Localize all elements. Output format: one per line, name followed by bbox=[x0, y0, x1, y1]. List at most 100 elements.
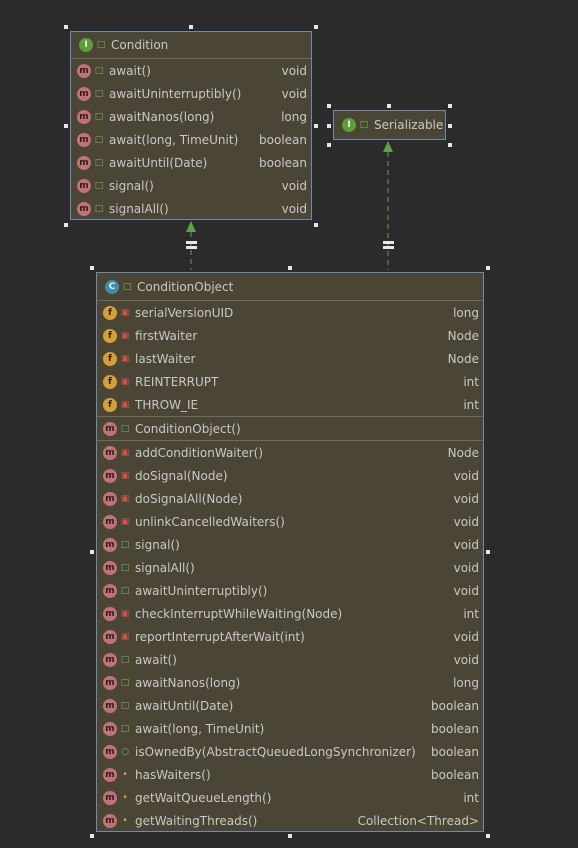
member-type: void bbox=[453, 629, 479, 644]
method-icon: m bbox=[103, 468, 117, 483]
method-row[interactable]: m • hasWaiters() boolean bbox=[97, 763, 483, 786]
public-visibility-icon: □ bbox=[94, 203, 104, 214]
public-visibility-icon: □ bbox=[94, 134, 104, 145]
member-type: boolean bbox=[259, 155, 307, 170]
member-type: void bbox=[453, 491, 479, 506]
private-visibility-icon: ▣ bbox=[120, 631, 130, 642]
method-row[interactable]: m ○ isOwnedBy(AbstractQueuedLongSynchroniz… bbox=[97, 740, 483, 763]
member-name: signalAll() bbox=[109, 201, 169, 216]
member-type: void bbox=[281, 86, 307, 101]
public-visibility-icon: □ bbox=[122, 281, 132, 292]
method-icon: m bbox=[77, 109, 91, 124]
condition-object-class-box[interactable]: C □ ConditionObject f ▣ serialVersionUID lo… bbox=[96, 272, 484, 832]
public-visibility-icon: □ bbox=[120, 585, 130, 596]
field-icon: f bbox=[103, 397, 117, 412]
member-name: ConditionObject() bbox=[135, 421, 241, 436]
condition-interface-box[interactable]: I □ Condition m □ await() void m □ awaitUninte… bbox=[70, 31, 312, 220]
member-type: void bbox=[281, 178, 307, 193]
method-row[interactable]: m □ await() void bbox=[97, 648, 483, 671]
member-name: signal() bbox=[109, 178, 154, 193]
member-type: void bbox=[453, 537, 479, 552]
package-visibility-icon: ○ bbox=[121, 746, 129, 757]
member-type: void bbox=[453, 583, 479, 598]
private-visibility-icon: ▣ bbox=[120, 399, 130, 410]
member-name: unlinkCancelledWaiters() bbox=[135, 514, 285, 529]
method-icon: m bbox=[103, 583, 117, 598]
field-row[interactable]: f ▣ lastWaiter Node bbox=[97, 347, 483, 370]
public-visibility-icon: □ bbox=[94, 111, 104, 122]
field-row[interactable]: f ▣ REINTERRUPT int bbox=[97, 370, 483, 393]
member-name: awaitUntil(Date) bbox=[135, 698, 234, 713]
method-icon: m bbox=[103, 698, 117, 713]
public-visibility-icon: □ bbox=[120, 700, 130, 711]
method-row[interactable]: m □ signalAll() void bbox=[97, 556, 483, 579]
member-name: doSignalAll(Node) bbox=[135, 491, 243, 506]
method-row[interactable]: m ▣ reportInterruptAfterWait(int) void bbox=[97, 625, 483, 648]
class-icon: C bbox=[105, 279, 119, 294]
public-visibility-icon: □ bbox=[94, 157, 104, 168]
method-icon: m bbox=[77, 132, 91, 147]
private-visibility-icon: ▣ bbox=[120, 493, 130, 504]
member-name: THROW_IE bbox=[135, 397, 199, 412]
method-row[interactable]: m □ awaitUntil(Date) boolean bbox=[71, 151, 311, 174]
methods-section: m ▣ addConditionWaiter() Node m ▣ doSignal(Nod… bbox=[97, 440, 483, 832]
method-row[interactable]: m □ signal() void bbox=[97, 533, 483, 556]
member-type: Node bbox=[447, 445, 479, 460]
field-icon: f bbox=[103, 351, 117, 366]
method-row[interactable]: m □ await() void bbox=[71, 59, 311, 82]
member-name: await(long, TimeUnit) bbox=[109, 132, 239, 147]
field-row[interactable]: f ▣ firstWaiter Node bbox=[97, 324, 483, 347]
method-icon: m bbox=[103, 421, 117, 436]
method-row[interactable]: m □ awaitNanos(long) long bbox=[97, 671, 483, 694]
member-type: boolean bbox=[431, 698, 479, 713]
member-name: awaitNanos(long) bbox=[109, 109, 215, 124]
method-row[interactable]: m □ signalAll() void bbox=[71, 197, 311, 220]
private-visibility-icon: ▣ bbox=[120, 447, 130, 458]
member-name: reportInterruptAfterWait(int) bbox=[135, 629, 305, 644]
member-name: getWaitQueueLength() bbox=[135, 790, 272, 805]
method-row[interactable]: m ▣ checkInterruptWhileWaiting(Node) int bbox=[97, 602, 483, 625]
member-name: await(long, TimeUnit) bbox=[135, 721, 265, 736]
method-row[interactable]: m □ awaitNanos(long) long bbox=[71, 105, 311, 128]
member-type: void bbox=[453, 468, 479, 483]
method-row[interactable]: m □ signal() void bbox=[71, 174, 311, 197]
private-visibility-icon: ▣ bbox=[120, 470, 130, 481]
public-visibility-icon: □ bbox=[120, 654, 130, 665]
method-row[interactable]: m □ ConditionObject() bbox=[97, 417, 483, 440]
method-row[interactable]: m ▣ doSignalAll(Node) void bbox=[97, 487, 483, 510]
field-icon: f bbox=[103, 374, 117, 389]
method-row[interactable]: m □ awaitUninterruptibly() void bbox=[97, 579, 483, 602]
protected-visibility-icon: • bbox=[122, 769, 128, 780]
member-name: lastWaiter bbox=[135, 351, 196, 366]
method-icon: m bbox=[103, 491, 117, 506]
member-name: hasWaiters() bbox=[135, 767, 211, 782]
method-row[interactable]: m • getWaitQueueLength() int bbox=[97, 786, 483, 809]
public-visibility-icon: □ bbox=[94, 65, 104, 76]
member-type: void bbox=[281, 201, 307, 216]
field-row[interactable]: f ▣ THROW_IE int bbox=[97, 393, 483, 416]
method-row[interactable]: m ▣ unlinkCancelledWaiters() void bbox=[97, 510, 483, 533]
method-row[interactable]: m □ await(long, TimeUnit) boolean bbox=[71, 128, 311, 151]
method-row[interactable]: m ▣ addConditionWaiter() Node bbox=[97, 441, 483, 464]
method-icon: m bbox=[103, 721, 117, 736]
field-icon: f bbox=[103, 305, 117, 320]
member-name: awaitUninterruptibly() bbox=[109, 86, 242, 101]
condition-header: I □ Condition bbox=[71, 32, 311, 59]
method-row[interactable]: m □ awaitUninterruptibly() void bbox=[71, 82, 311, 105]
member-name: doSignal(Node) bbox=[135, 468, 228, 483]
method-icon: m bbox=[103, 813, 117, 828]
condition-members: m □ await() void m □ awaitUninterruptibly() voi… bbox=[71, 59, 311, 220]
method-row[interactable]: m ▣ doSignal(Node) void bbox=[97, 464, 483, 487]
member-name: awaitUntil(Date) bbox=[109, 155, 208, 170]
method-row[interactable]: m • getWaitingThreads() Collection<Thread> bbox=[97, 809, 483, 832]
method-row[interactable]: m □ awaitUntil(Date) boolean bbox=[97, 694, 483, 717]
interface-icon: I bbox=[79, 38, 93, 52]
method-row[interactable]: m □ await(long, TimeUnit) boolean bbox=[97, 717, 483, 740]
fields-section: f ▣ serialVersionUID long f ▣ firstWaiter Node f… bbox=[97, 301, 483, 416]
public-visibility-icon: □ bbox=[120, 723, 130, 734]
field-row[interactable]: f ▣ serialVersionUID long bbox=[97, 301, 483, 324]
condition-title: Condition bbox=[111, 38, 169, 52]
method-icon: m bbox=[103, 445, 117, 460]
member-type: int bbox=[463, 397, 479, 412]
serializable-interface-box[interactable]: I □ Serializable bbox=[333, 110, 446, 140]
